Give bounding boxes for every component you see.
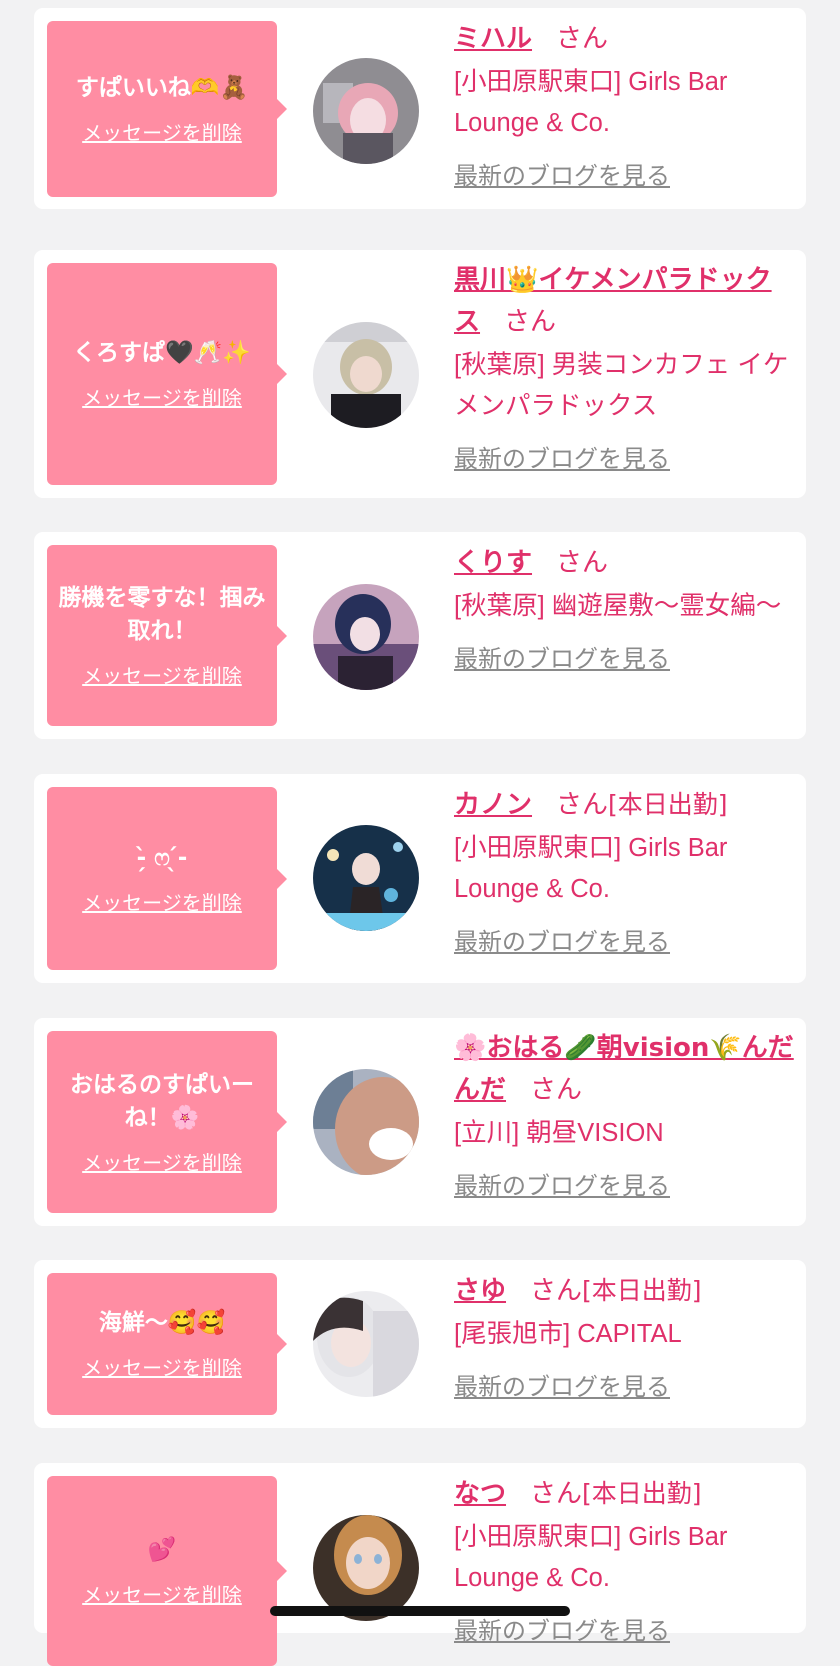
message-bubble: おはるのすぱいーね！🌸 メッセージを削除 <box>47 1031 287 1213</box>
message-card: -̗̀ ෆ ̖́- メッセージを削除 カノン さん[本日出勤] [小田原駅東口] … <box>34 774 806 983</box>
sender-info: さゆ さん[本日出勤] [尾張旭市] CAPITAL 最新のブログを見る <box>454 1270 794 1408</box>
work-status: [本日出勤] <box>582 1479 702 1508</box>
delete-message-button[interactable]: メッセージを削除 <box>82 1579 242 1608</box>
message-text: 海鮮～🥰🥰 <box>98 1310 226 1336</box>
sender-name-link[interactable]: なつ <box>454 1479 506 1509</box>
message-text: すぱいいね🫶🧸 <box>75 75 249 101</box>
sender-info: ミハル さん [小田原駅東口] Girls Bar Lounge & Co. 最新… <box>454 18 794 197</box>
sender-info: くりす さん [秋葉原] 幽遊屋敷～霊女編～ 最新のブログを見る <box>454 542 794 680</box>
sender-info: なつ さん[本日出勤] [小田原駅東口] Girls Bar Lounge & C… <box>454 1473 794 1652</box>
sender-info: 黒川👑イケメンパラドックス さん [秋葉原] 男装コンカフェ イケメンパラドックス… <box>454 260 794 480</box>
honorific: さん <box>530 1479 583 1509</box>
sender-name-link[interactable]: 🌸おはる🥒朝vision🌾んだんだ <box>454 1033 794 1105</box>
message-bubble: くろすぱ🖤🥂✨ メッセージを削除 <box>47 263 287 485</box>
message-bubble: -̗̀ ෆ ̖́- メッセージを削除 <box>47 787 287 970</box>
delete-message-button[interactable]: メッセージを削除 <box>82 117 242 146</box>
message-text: 勝機を零すな！掴み取れ！ <box>58 585 266 644</box>
honorific: さん <box>556 24 609 54</box>
message-text: -̗̀ ෆ ̖́- <box>136 844 188 871</box>
latest-blog-link[interactable]: 最新のブログを見る <box>454 922 794 963</box>
honorific: さん <box>504 307 557 337</box>
message-text: おはるのすぱいーね！🌸 <box>70 1071 254 1131</box>
shop-name: [尾張旭市] CAPITAL <box>454 1320 682 1348</box>
shop-name: [秋葉原] 幽遊屋敷～霊女編～ <box>454 592 782 620</box>
message-bubble: 💕 メッセージを削除 <box>47 1476 287 1666</box>
shop-name: [小田原駅東口] Girls Bar Lounge & Co. <box>454 1523 728 1592</box>
message-text: くろすぱ🖤🥂✨ <box>73 340 251 366</box>
latest-blog-link[interactable]: 最新のブログを見る <box>454 1166 794 1207</box>
message-bubble: すぱいいね🫶🧸 メッセージを削除 <box>47 21 287 197</box>
sender-name-link[interactable]: くりす <box>454 548 532 578</box>
message-bubble: 海鮮～🥰🥰 メッセージを削除 <box>47 1273 287 1415</box>
message-text: 💕 <box>147 1537 177 1563</box>
sender-info: カノン さん[本日出勤] [小田原駅東口] Girls Bar Lounge & … <box>454 784 794 963</box>
shop-name: [秋葉原] 男装コンカフェ イケメンパラドックス <box>454 351 789 420</box>
delete-message-button[interactable]: メッセージを削除 <box>82 382 242 411</box>
avatar[interactable] <box>313 58 419 164</box>
message-card: 海鮮～🥰🥰 メッセージを削除 さゆ さん[本日出勤] [尾張旭市] CAPITAL… <box>34 1260 806 1428</box>
delete-message-button[interactable]: メッセージを削除 <box>82 1147 242 1176</box>
avatar[interactable] <box>313 825 419 931</box>
latest-blog-link[interactable]: 最新のブログを見る <box>454 1611 794 1652</box>
sender-name-link[interactable]: カノン <box>454 790 532 820</box>
shop-name: [小田原駅東口] Girls Bar Lounge & Co. <box>454 834 728 903</box>
avatar[interactable] <box>313 1069 419 1175</box>
sender-name-link[interactable]: さゆ <box>454 1276 506 1306</box>
work-status: [本日出勤] <box>582 1276 702 1305</box>
delete-message-button[interactable]: メッセージを削除 <box>82 887 242 916</box>
avatar[interactable] <box>313 1291 419 1397</box>
honorific: さん <box>556 548 609 578</box>
latest-blog-link[interactable]: 最新のブログを見る <box>454 439 794 480</box>
honorific: さん <box>556 790 609 820</box>
latest-blog-link[interactable]: 最新のブログを見る <box>454 156 794 197</box>
sender-info: 🌸おはる🥒朝vision🌾んだんだ さん [立川] 朝昼VISION 最新のブログ… <box>454 1028 794 1207</box>
work-status: [本日出勤] <box>608 790 728 819</box>
avatar[interactable] <box>313 584 419 690</box>
latest-blog-link[interactable]: 最新のブログを見る <box>454 639 794 680</box>
sender-name-link[interactable]: 黒川👑イケメンパラドックス <box>454 265 772 337</box>
home-indicator <box>270 1606 570 1616</box>
shop-name: [小田原駅東口] Girls Bar Lounge & Co. <box>454 68 728 137</box>
message-card: くろすぱ🖤🥂✨ メッセージを削除 黒川👑イケメンパラドックス さん [秋葉原] 男… <box>34 250 806 498</box>
message-card: 勝機を零すな！掴み取れ！ メッセージを削除 くりす さん [秋葉原] 幽遊屋敷～霊… <box>34 532 806 739</box>
honorific: さん <box>530 1276 583 1306</box>
honorific: さん <box>530 1075 583 1105</box>
delete-message-button[interactable]: メッセージを削除 <box>82 660 242 689</box>
latest-blog-link[interactable]: 最新のブログを見る <box>454 1367 794 1408</box>
avatar[interactable] <box>313 322 419 428</box>
message-card: おはるのすぱいーね！🌸 メッセージを削除 🌸おはる🥒朝vision🌾んだんだ さん… <box>34 1018 806 1226</box>
message-card: すぱいいね🫶🧸 メッセージを削除 ミハル さん [小田原駅東口] Girls Ba… <box>34 8 806 209</box>
shop-name: [立川] 朝昼VISION <box>454 1119 664 1147</box>
sender-name-link[interactable]: ミハル <box>454 24 532 54</box>
message-bubble: 勝機を零すな！掴み取れ！ メッセージを削除 <box>47 545 287 726</box>
delete-message-button[interactable]: メッセージを削除 <box>82 1352 242 1381</box>
